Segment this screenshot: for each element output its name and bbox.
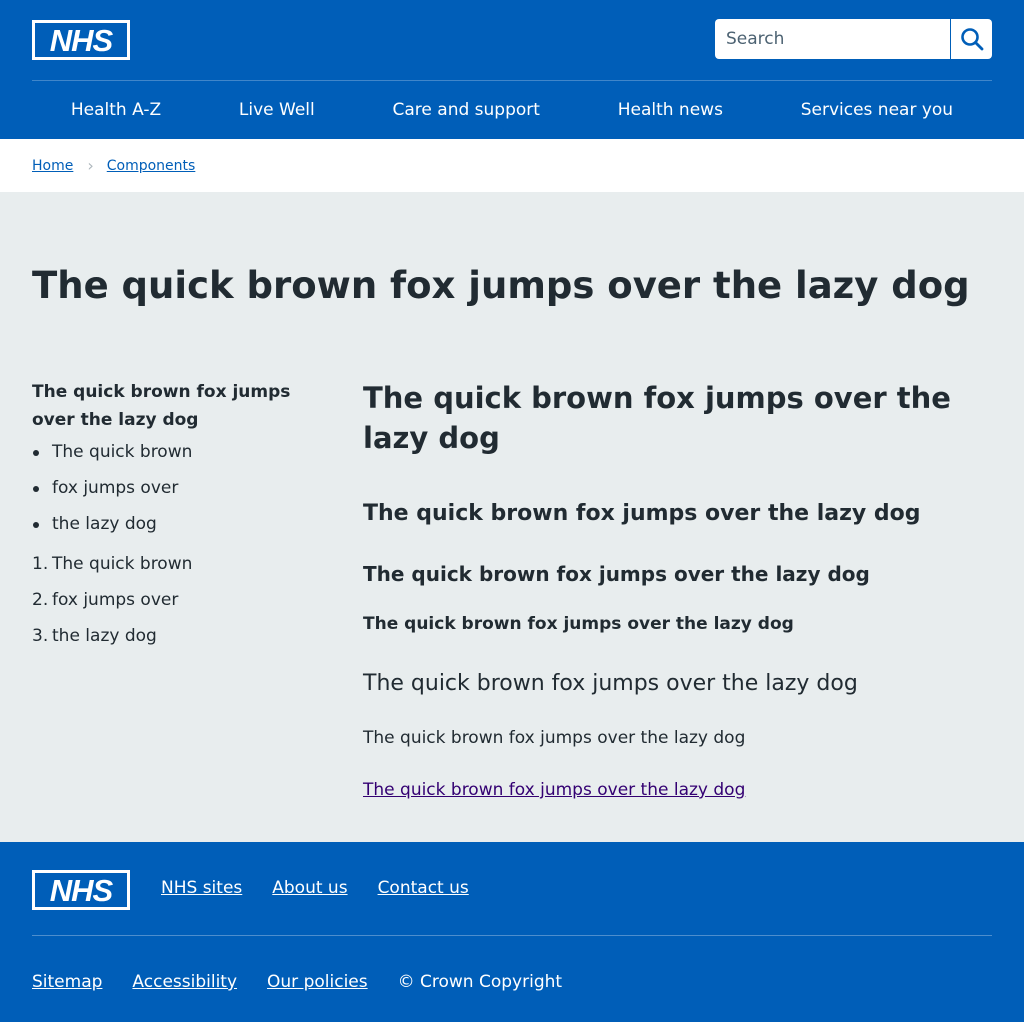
numbered-list-item: 3. the lazy dog [32,624,322,648]
nhs-logo[interactable]: NHS [32,20,130,60]
nhs-logo-icon: NHS [32,870,130,910]
footer-link-contact-us[interactable]: Contact us [378,878,469,898]
lede-text: The quick brown fox jumps over the lazy … [363,671,858,696]
search-icon [960,28,983,51]
main-content: The quick brown fox jumps over the lazy … [0,192,1024,842]
typography-samples: The quick brown fox jumps over the lazy … [363,378,1003,802]
search-input[interactable] [715,19,950,59]
nav-link-care-and-support[interactable]: Care and support [393,100,540,120]
footer-primary-links: NHS sites About us Contact us [161,878,469,898]
sidebar-heading: The quick brown fox jumps over the lazy … [32,382,291,430]
footer-nhs-logo[interactable]: NHS [32,870,130,910]
nav-item-health-news: Health news [618,100,723,120]
list-number: 3. [32,626,49,646]
primary-navigation: Health A-Z Live Well Care and support He… [32,81,992,139]
heading-medium: The quick brown fox jumps over the lazy … [363,501,921,526]
list-item-text: fox jumps over [52,590,179,610]
bullet-list-item: The quick brown [32,440,322,464]
nav-link-services-near-you[interactable]: Services near you [801,100,953,120]
nav-link-health-news[interactable]: Health news [618,100,723,120]
footer-link-accessibility[interactable]: Accessibility [132,972,237,992]
breadcrumb-components-link[interactable]: Components [107,158,196,174]
nav-item-care-and-support: Care and support [393,100,540,120]
numbered-list: 1. The quick brown 2. fox jumps over 3. … [32,552,322,648]
body-link[interactable]: The quick brown fox jumps over the lazy … [363,780,745,800]
search-form [715,19,992,59]
body-link-container: The quick brown fox jumps over the lazy … [363,778,1003,802]
search-button[interactable] [951,19,992,59]
footer-link-nhs-sites[interactable]: NHS sites [161,878,242,898]
breadcrumb-separator-icon: › [87,155,94,175]
breadcrumb: Home › Components [0,139,1024,192]
bullet-list-item: fox jumps over [32,476,322,500]
numbered-list-item: 1. The quick brown [32,552,322,576]
heading-xsmall: The quick brown fox jumps over the lazy … [363,614,794,634]
copyright-text: © Crown Copyright [397,972,563,992]
svg-text:NHS: NHS [50,873,114,908]
nav-item-services-near-you: Services near you [801,100,953,120]
nav-link-health-a-z[interactable]: Health A-Z [71,100,161,120]
footer-link-about-us[interactable]: About us [272,878,347,898]
list-number: 2. [32,590,49,610]
footer-link-our-policies[interactable]: Our policies [267,972,368,992]
heading-large: The quick brown fox jumps over the lazy … [363,381,951,455]
site-footer: NHS NHS sites About us Contact us Sitema… [0,842,1024,1022]
footer-link-sitemap[interactable]: Sitemap [32,972,102,992]
list-item-text: the lazy dog [52,626,157,646]
nav-item-health-a-z: Health A-Z [71,100,161,120]
heading-small: The quick brown fox jumps over the lazy … [363,562,870,586]
list-item-text: The quick brown [52,554,193,574]
nhs-logo-icon: NHS [32,20,130,60]
page-title: The quick brown fox jumps over the lazy … [32,264,970,307]
nav-item-live-well: Live Well [239,100,315,120]
bullet-list-item: the lazy dog [32,512,322,536]
sidebar: The quick brown fox jumps over the lazy … [32,378,322,660]
site-header: NHS Health A-Z Live Well Care and suppor… [0,0,1024,139]
body-text: The quick brown fox jumps over the lazy … [363,728,746,748]
nav-link-live-well[interactable]: Live Well [239,100,315,120]
numbered-list-item: 2. fox jumps over [32,588,322,612]
list-number: 1. [32,554,49,574]
bullet-list: The quick brown fox jumps over the lazy … [32,440,322,536]
svg-text:NHS: NHS [50,23,114,58]
footer-secondary-links: Sitemap Accessibility Our policies © Cro… [32,972,562,992]
breadcrumb-home-link[interactable]: Home [32,158,73,174]
footer-divider [32,935,992,936]
